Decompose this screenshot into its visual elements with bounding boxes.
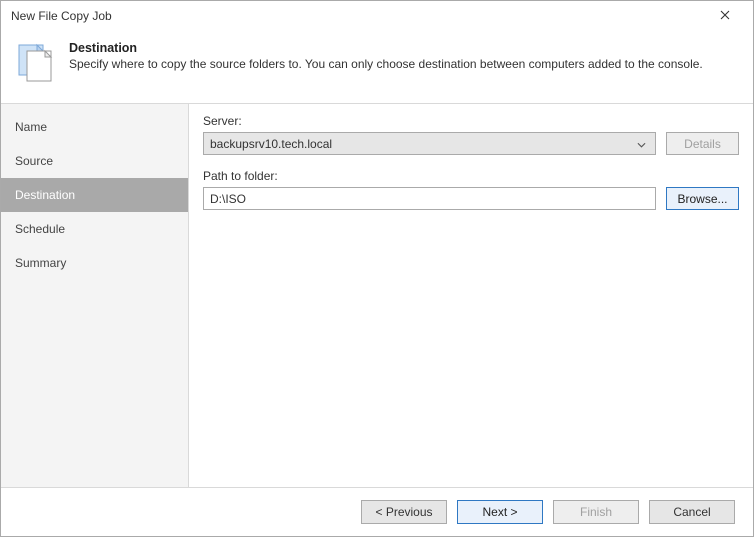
server-dropdown-value: backupsrv10.tech.local [210, 137, 633, 151]
header-subtitle: Specify where to copy the source folders… [69, 57, 703, 71]
close-button[interactable] [705, 2, 745, 30]
header-text: Destination Specify where to copy the so… [69, 39, 703, 71]
sidebar-step-name[interactable]: Name [1, 110, 188, 144]
wizard-sidebar: Name Source Destination Schedule Summary [1, 104, 189, 487]
server-dropdown[interactable]: backupsrv10.tech.local [203, 132, 656, 155]
server-label: Server: [203, 114, 739, 128]
browse-button[interactable]: Browse... [666, 187, 739, 210]
window-title: New File Copy Job [11, 9, 705, 23]
finish-button: Finish [553, 500, 639, 524]
next-button[interactable]: Next > [457, 500, 543, 524]
files-icon [13, 39, 59, 85]
path-label: Path to folder: [203, 169, 739, 183]
wizard-header: Destination Specify where to copy the so… [1, 31, 753, 103]
dialog-window: New File Copy Job Destination Specify wh… [0, 0, 754, 537]
close-icon [720, 9, 730, 23]
sidebar-step-schedule[interactable]: Schedule [1, 212, 188, 246]
sidebar-step-summary[interactable]: Summary [1, 246, 188, 280]
header-title: Destination [69, 41, 703, 55]
main-panel: Server: backupsrv10.tech.local Details P… [189, 104, 753, 487]
sidebar-step-destination[interactable]: Destination [1, 178, 188, 212]
wizard-footer: < Previous Next > Finish Cancel [1, 488, 753, 536]
titlebar: New File Copy Job [1, 1, 753, 31]
sidebar-step-source[interactable]: Source [1, 144, 188, 178]
server-field: Server: backupsrv10.tech.local Details [203, 114, 739, 155]
chevron-down-icon [633, 137, 649, 151]
path-field: Path to folder: Browse... [203, 169, 739, 210]
path-input[interactable] [203, 187, 656, 210]
details-button: Details [666, 132, 739, 155]
wizard-body: Name Source Destination Schedule Summary… [1, 103, 753, 488]
previous-button[interactable]: < Previous [361, 500, 447, 524]
cancel-button[interactable]: Cancel [649, 500, 735, 524]
